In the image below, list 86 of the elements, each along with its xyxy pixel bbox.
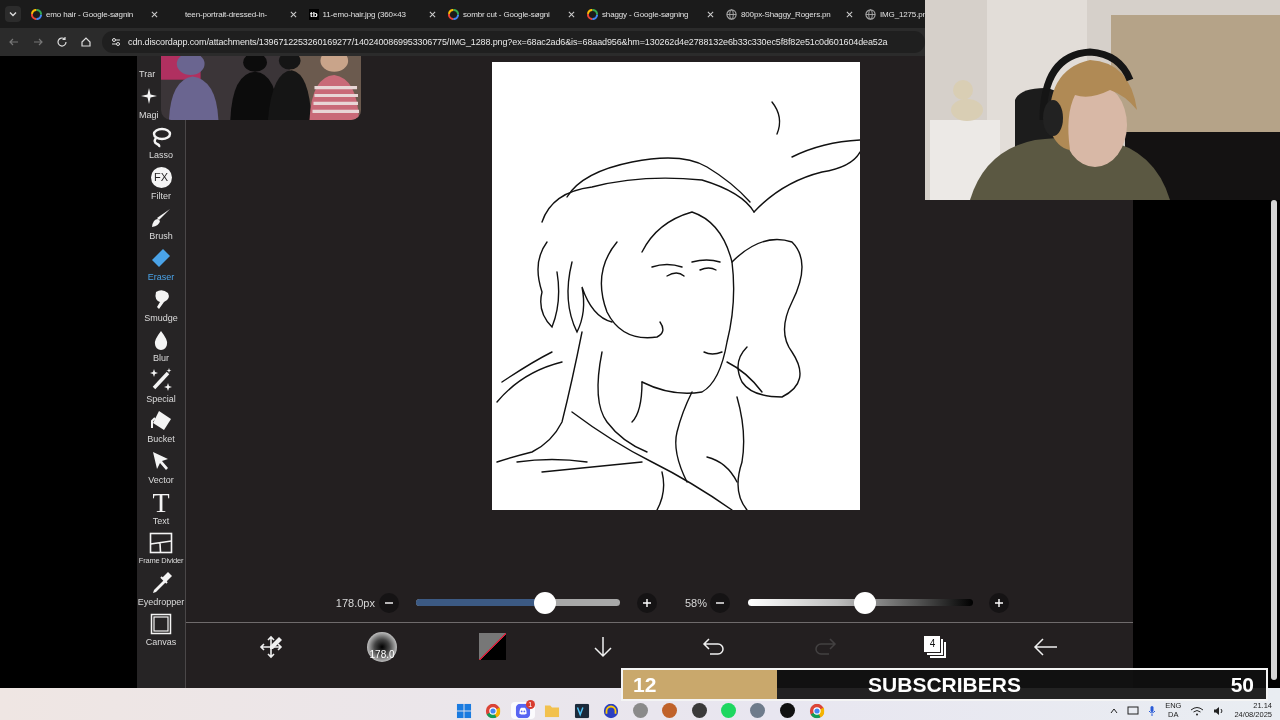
lasso-icon	[150, 125, 172, 148]
minus-button[interactable]	[710, 592, 730, 613]
tool-button[interactable]: T Text	[137, 486, 185, 528]
google-icon	[31, 8, 42, 20]
plus-icon	[642, 597, 652, 608]
home-icon[interactable]	[80, 36, 92, 48]
tool-button[interactable]: Lasso	[137, 121, 185, 162]
slider-thumb[interactable]	[854, 591, 876, 614]
app-icon	[574, 703, 589, 718]
chrome-icon	[809, 703, 824, 718]
tool-button[interactable]: Eyedropper	[137, 567, 185, 609]
close-icon[interactable]	[568, 10, 575, 18]
browser-tab[interactable]: teen-portrait-dressed-in-	[164, 2, 303, 26]
close-icon[interactable]	[429, 10, 436, 18]
address-bar[interactable]: cdn.discordapp.com/attachments/1396712253260169277/1402400869953306775/IMG_1288.png?ex=68ac2ad6&is=68aad956&hm=130262d4e2788132e6b33c330ec5f8f82e51c0d601604dea52a	[102, 31, 925, 53]
discord-icon	[515, 703, 530, 718]
network-icon[interactable]	[1127, 705, 1140, 716]
windows-icon	[456, 703, 472, 718]
tool-button[interactable]: Smudge	[137, 283, 185, 325]
google-icon	[587, 8, 598, 20]
tab-list-button[interactable]	[5, 6, 21, 22]
microphone-icon[interactable]	[1148, 704, 1157, 717]
brush-icon	[150, 206, 172, 229]
tab-title: teen-portrait-dressed-in-	[185, 9, 269, 19]
magic-wand-icon	[149, 368, 173, 393]
tab-title: shaggy - Google-søgning	[602, 9, 690, 19]
slider-reading: 178.0px	[334, 596, 375, 609]
goal-target: 50	[1230, 672, 1254, 697]
close-icon[interactable]	[290, 10, 297, 18]
tab-title: sombr cut - Google-søgni	[463, 9, 551, 19]
tool-button[interactable]: FX Filter	[137, 161, 185, 203]
speaker-icon[interactable]	[1213, 705, 1226, 716]
slider-thumb[interactable]	[533, 591, 556, 614]
plus-icon	[994, 597, 1004, 608]
back-icon[interactable]	[8, 36, 20, 48]
minus-button[interactable]	[379, 592, 399, 613]
browser-tab[interactable]: sombr cut - Google-søgni	[442, 2, 581, 26]
slider-reading: 58%	[683, 596, 707, 609]
globe-icon	[865, 8, 876, 20]
google-icon	[448, 8, 459, 20]
brush-size-slider[interactable]	[416, 591, 620, 614]
tool-button[interactable]: Blur	[137, 324, 185, 365]
chrome-icon	[486, 703, 501, 718]
plus-button[interactable]	[637, 592, 657, 613]
browser-tab[interactable]: emo hair - Google-søgnin	[25, 2, 164, 26]
browser-tab[interactable]: shaggy - Google-søgning	[581, 2, 720, 26]
tool-button[interactable]: Vector	[137, 445, 185, 487]
color-swatch[interactable]	[477, 631, 509, 662]
browser-tab[interactable]: tb 11-emo-hair.jpg (360×43	[303, 2, 442, 26]
opacity-slider[interactable]	[748, 591, 973, 614]
text-icon: T	[152, 489, 170, 515]
scrollbar[interactable]	[1271, 200, 1277, 680]
chevron-up-icon[interactable]	[1110, 707, 1119, 714]
bucket-icon	[149, 409, 173, 432]
tab-title: emo hair - Google-søgnin	[46, 9, 135, 19]
tab-title: 800px-Shaggy_Rogers.pn	[741, 9, 832, 19]
close-icon[interactable]	[707, 10, 714, 18]
canvas-icon	[150, 612, 172, 635]
layers-button[interactable]: 4	[921, 632, 950, 661]
tool-button[interactable]: Eraser	[137, 242, 185, 284]
tool-button[interactable]: Magi	[137, 80, 159, 122]
close-icon[interactable]	[846, 10, 853, 18]
url-text: cdn.discordapp.com/attachments/1396712253260169277/1402400869953306775/IMG_1288.png?ex=68ac2ad6&is=68aad956&hm=130262d4e2788132e6b33c330ec5f8f82e51c0d601604dea52a	[128, 37, 888, 47]
close-icon[interactable]	[151, 10, 158, 18]
chevron-down-icon	[8, 9, 18, 19]
globe-icon	[726, 8, 737, 20]
forward-icon[interactable]	[32, 36, 44, 48]
tool-button[interactable]: Trar	[137, 56, 156, 81]
goal-label: SUBSCRIBERS	[868, 672, 1021, 697]
eraser-icon	[150, 247, 172, 270]
reload-icon[interactable]	[56, 36, 68, 48]
filter-icon: FX	[150, 166, 172, 188]
site-icon: tb	[309, 8, 319, 20]
tool-button[interactable]: Brush	[137, 202, 185, 243]
tab-title: 11-emo-hair.jpg (360×43	[322, 9, 407, 19]
site-info-icon[interactable]	[110, 36, 122, 48]
tool-button[interactable]: Special	[137, 364, 185, 406]
wifi-icon[interactable]	[1190, 705, 1205, 716]
subscriber-count: 12	[633, 672, 657, 697]
plus-button[interactable]	[989, 592, 1009, 613]
folder-icon	[544, 704, 560, 717]
browser-tab[interactable]: 800px-Shaggy_Rogers.pn	[720, 2, 859, 26]
headphones-icon	[603, 703, 619, 718]
eyedropper-icon	[150, 572, 172, 595]
tool-button[interactable]: Bucket	[137, 405, 185, 446]
tool-button[interactable]: Canvas	[137, 608, 185, 649]
